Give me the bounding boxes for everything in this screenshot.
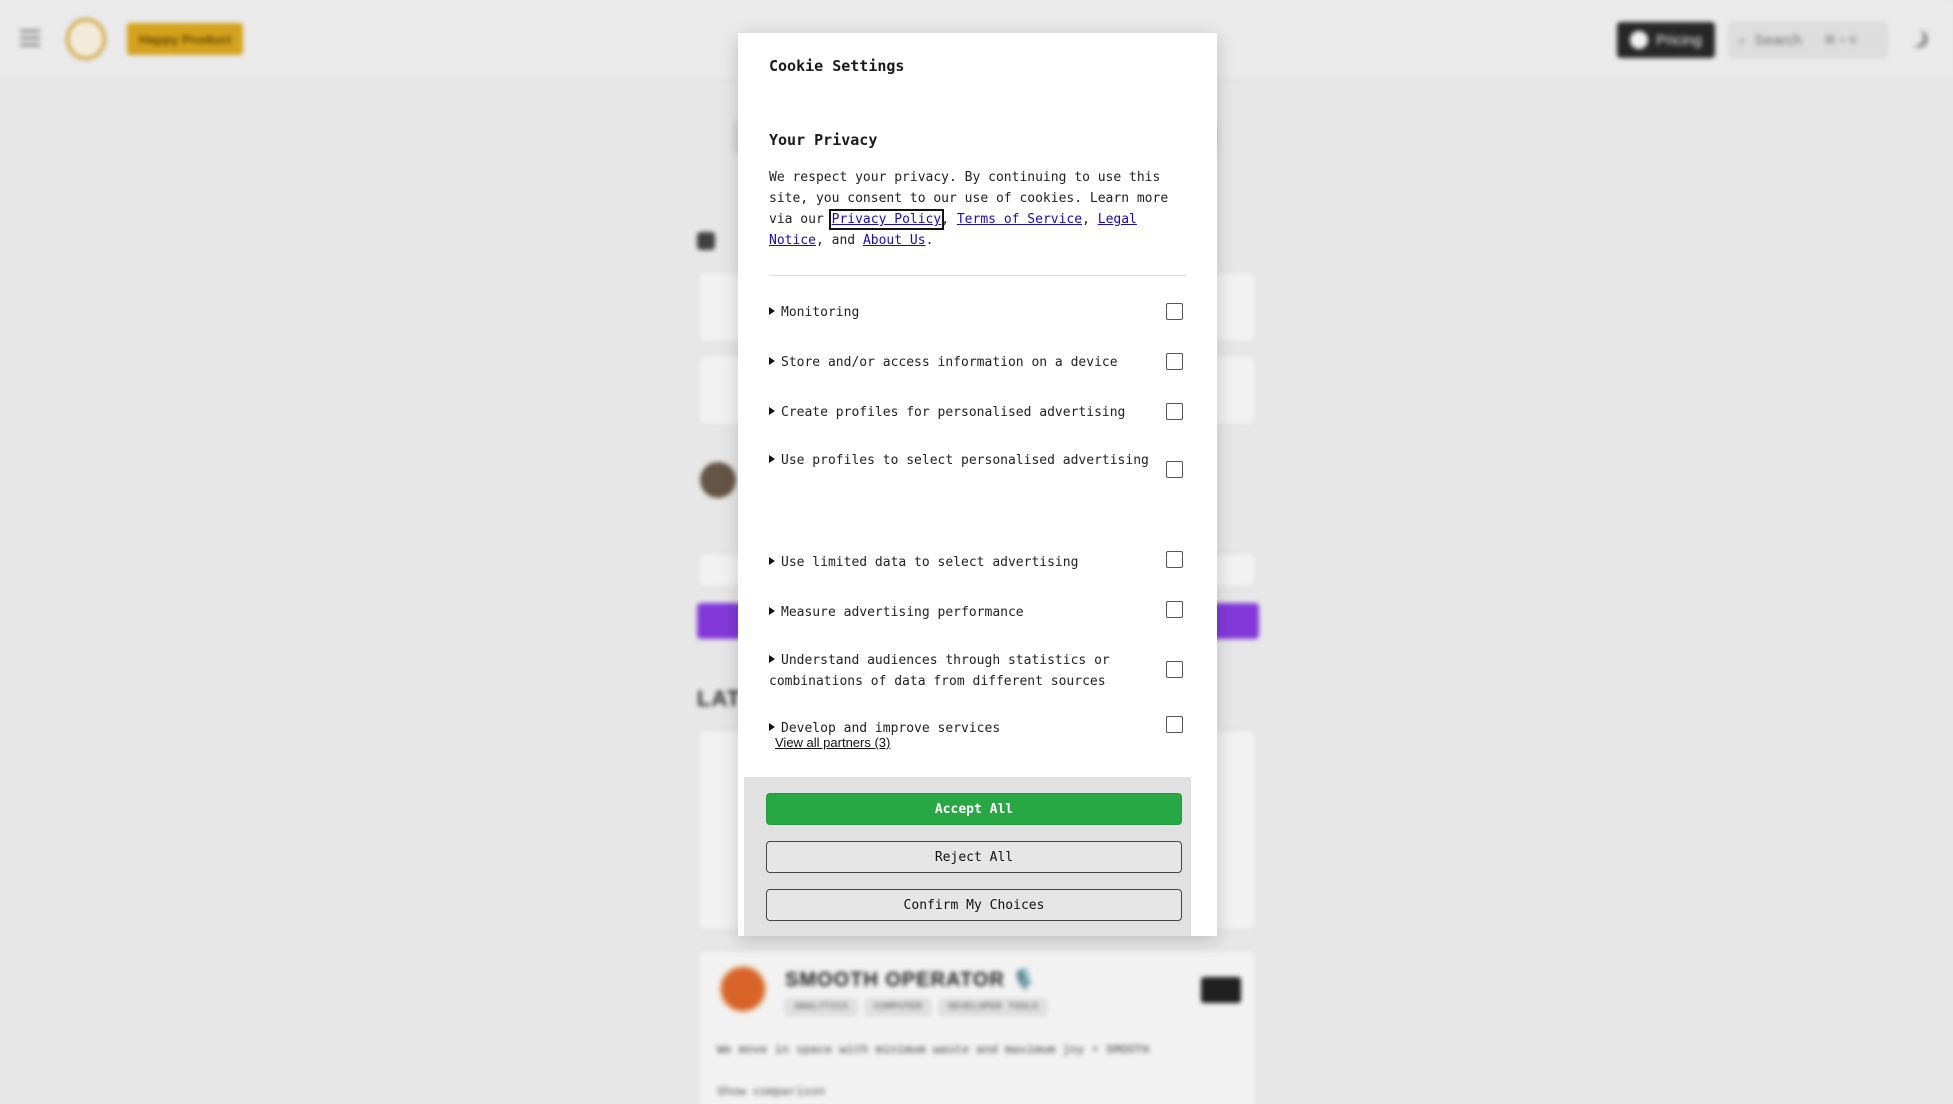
purpose-use-profiles[interactable]: Use profiles to select personalised adve… xyxy=(769,450,1199,478)
purpose-label-text: Use limited data to select advertising xyxy=(781,555,1079,570)
purpose-label: Use profiles to select personalised adve… xyxy=(769,450,1154,471)
purpose-checkbox[interactable] xyxy=(1166,661,1183,678)
purpose-checkbox[interactable] xyxy=(1166,353,1183,370)
purpose-checkbox[interactable] xyxy=(1166,461,1183,478)
purpose-store-access-info[interactable]: Store and/or access information on a dev… xyxy=(769,352,1199,373)
privacy-policy-link[interactable]: Privacy Policy xyxy=(828,209,945,230)
expand-triangle-icon xyxy=(769,723,775,731)
expand-triangle-icon xyxy=(769,455,775,463)
accept-all-button[interactable]: Accept All xyxy=(766,793,1182,825)
purpose-checkbox[interactable] xyxy=(1166,303,1183,320)
purpose-label-text: Monitoring xyxy=(781,305,860,320)
expand-triangle-icon xyxy=(769,407,775,415)
reject-all-button[interactable]: Reject All xyxy=(766,841,1182,873)
purpose-checkbox[interactable] xyxy=(1166,403,1183,420)
purpose-label-text: Store and/or access information on a dev… xyxy=(781,355,1118,370)
purpose-label: Monitoring xyxy=(769,302,1154,323)
cookie-settings-dialog: Cookie Settings Your Privacy We respect … xyxy=(738,33,1217,936)
purpose-label-text: Measure advertising performance xyxy=(781,605,1024,620)
purpose-checkbox[interactable] xyxy=(1166,716,1183,733)
purpose-create-profiles[interactable]: Create profiles for personalised adverti… xyxy=(769,402,1199,423)
purpose-limited-data[interactable]: Use limited data to select advertising xyxy=(769,551,1199,573)
divider xyxy=(769,275,1186,276)
purpose-label-text: Create profiles for personalised adverti… xyxy=(781,405,1126,420)
dialog-button-area: Accept All Reject All Confirm My Choices xyxy=(744,777,1191,936)
about-us-link[interactable]: About Us xyxy=(863,233,926,248)
purpose-label: Create profiles for personalised adverti… xyxy=(769,402,1154,423)
expand-triangle-icon xyxy=(769,557,775,565)
purpose-label: Store and/or access information on a dev… xyxy=(769,352,1154,373)
terms-of-service-link[interactable]: Terms of Service xyxy=(957,212,1082,227)
expand-triangle-icon xyxy=(769,357,775,365)
expand-triangle-icon xyxy=(769,655,775,663)
separator: , and xyxy=(815,233,863,248)
dialog-title: Cookie Settings xyxy=(769,57,905,75)
separator: . xyxy=(925,233,934,248)
separator: , xyxy=(1082,212,1098,227)
purpose-understand-audiences[interactable]: Understand audiences through statistics … xyxy=(769,650,1199,692)
privacy-text: We respect your privacy. By continuing t… xyxy=(769,167,1189,251)
purpose-label: Understand audiences through statistics … xyxy=(769,650,1154,692)
confirm-choices-button[interactable]: Confirm My Choices xyxy=(766,889,1182,921)
purpose-label-text: Develop and improve services xyxy=(781,721,1001,736)
purpose-measure-advertising[interactable]: Measure advertising performance xyxy=(769,601,1199,623)
purpose-label: Use limited data to select advertising xyxy=(769,552,1154,573)
purpose-label-text: Understand audiences through statistics … xyxy=(769,653,1110,689)
privacy-heading: Your Privacy xyxy=(769,131,878,149)
purpose-checkbox[interactable] xyxy=(1166,551,1183,568)
expand-triangle-icon xyxy=(769,607,775,615)
expand-triangle-icon xyxy=(769,307,775,315)
view-all-partners-link[interactable]: View all partners (3) xyxy=(775,735,890,750)
purpose-label-text: Use profiles to select personalised adve… xyxy=(781,453,1149,468)
separator: , xyxy=(941,212,957,227)
purpose-checkbox[interactable] xyxy=(1166,601,1183,618)
purpose-monitoring[interactable]: Monitoring xyxy=(769,302,1199,323)
purpose-label: Measure advertising performance xyxy=(769,602,1154,623)
